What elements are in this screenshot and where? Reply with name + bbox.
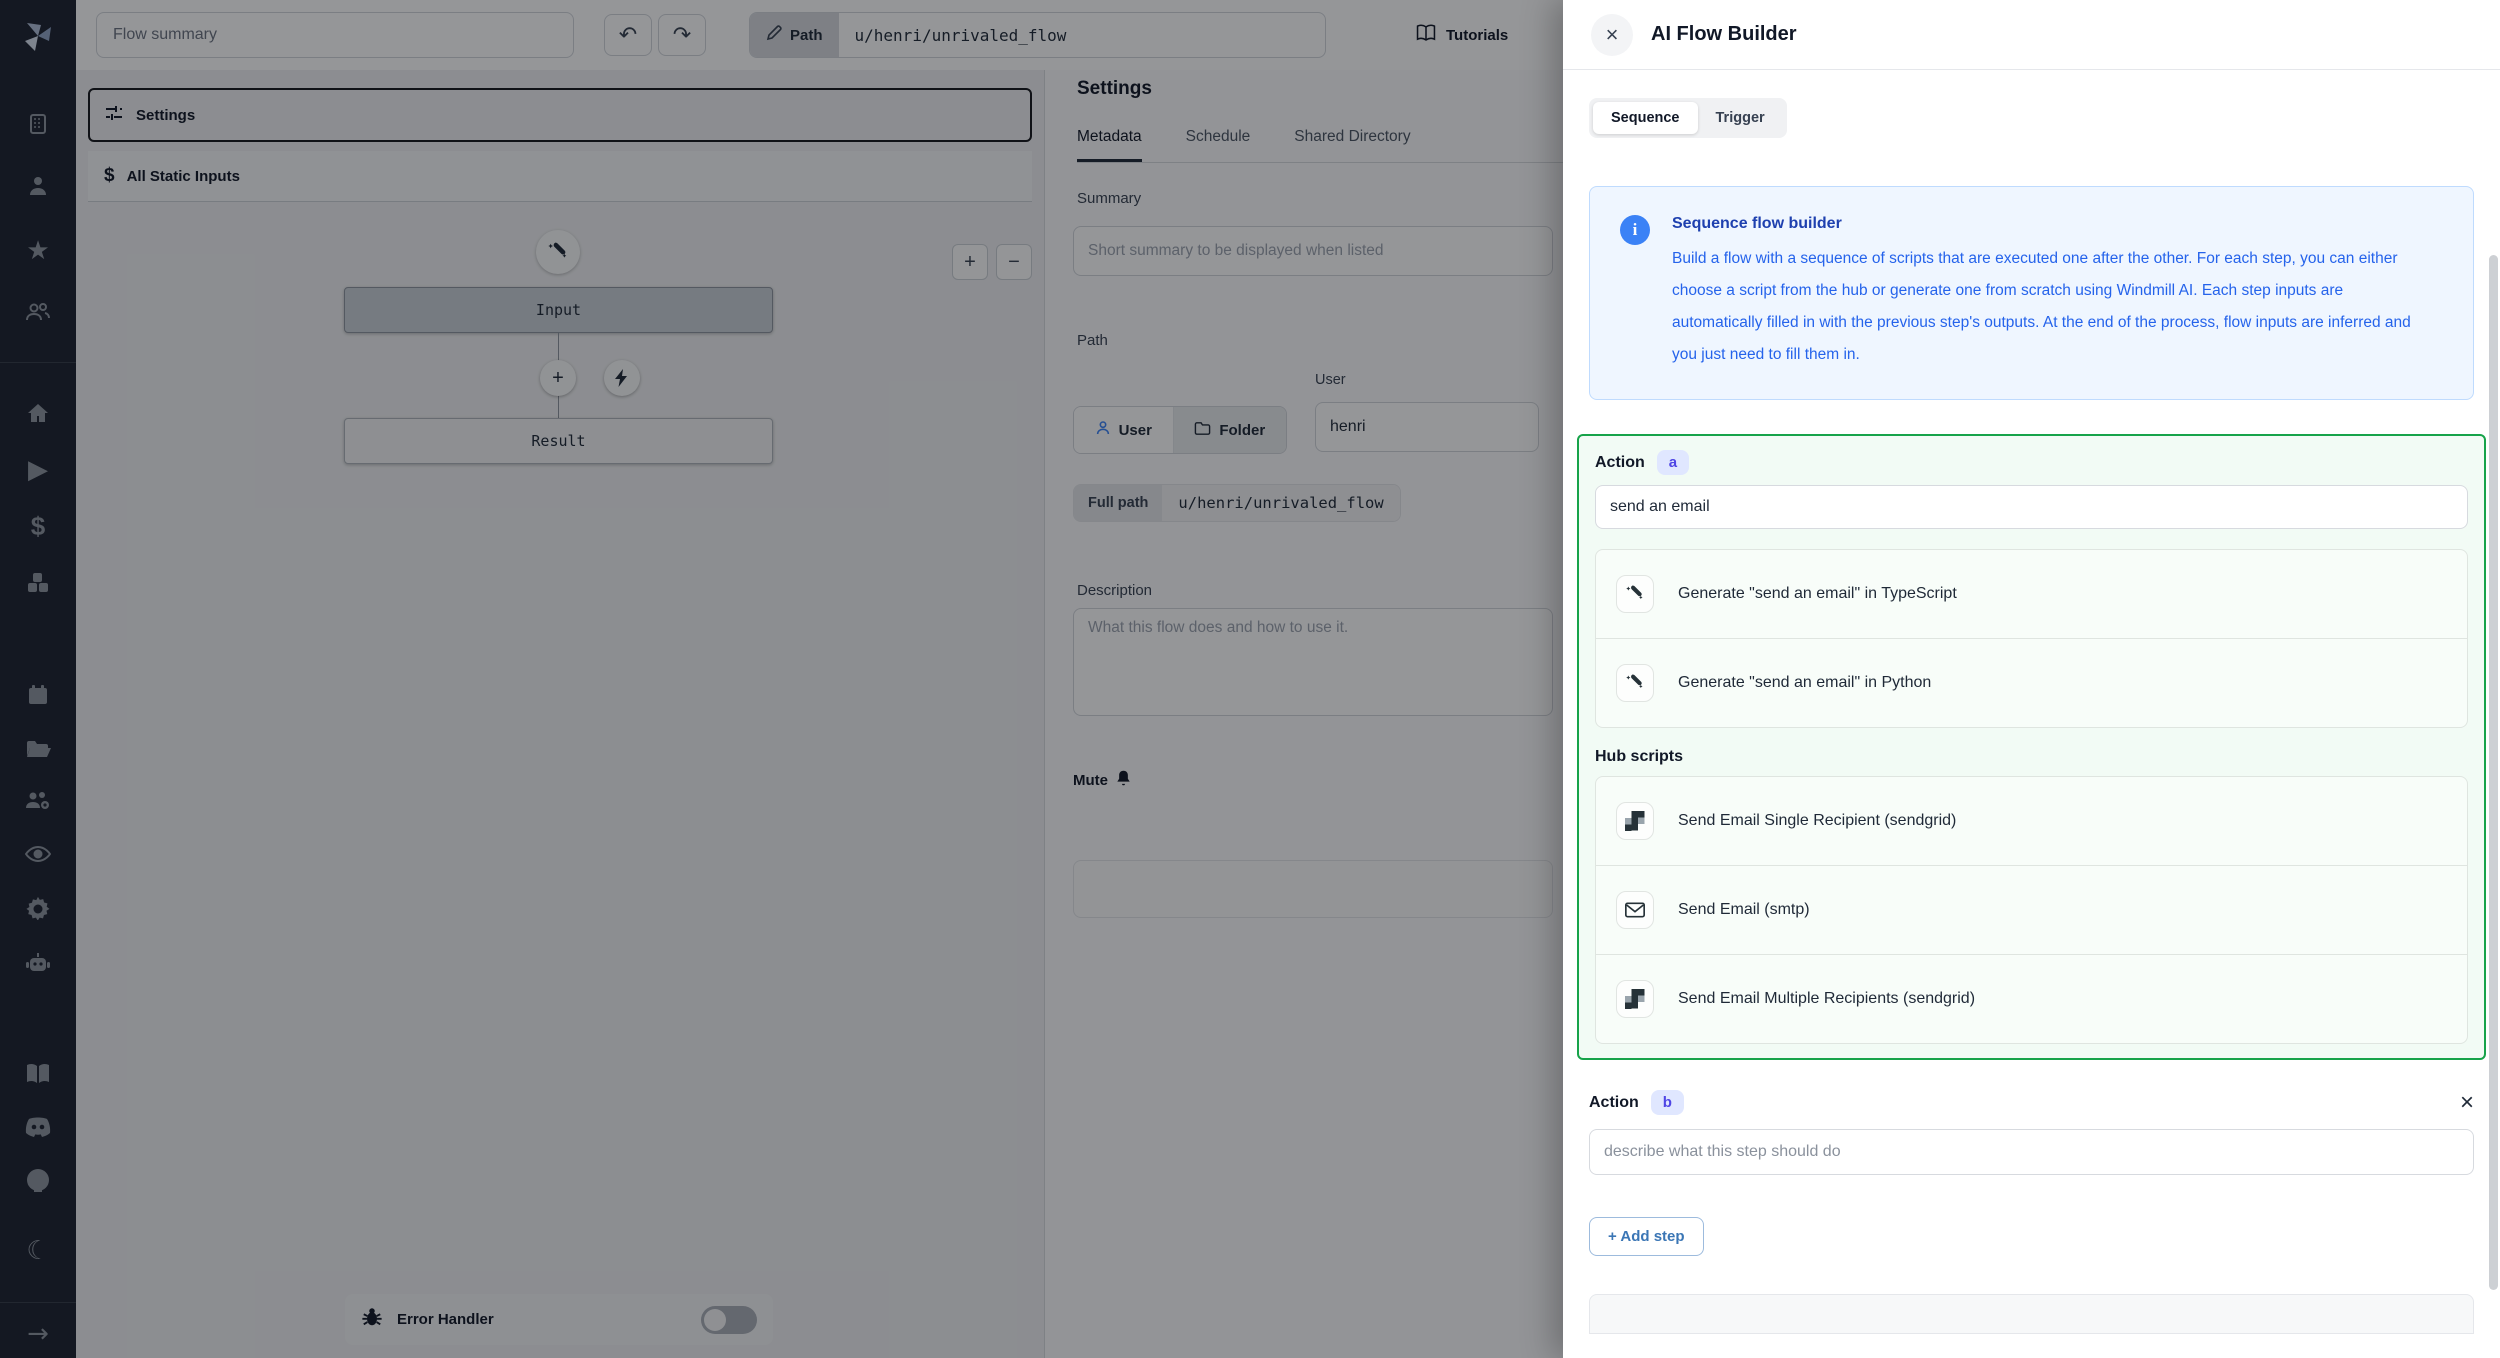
hub-script-sendgrid-single[interactable]: Send Email Single Recipient (sendgrid) xyxy=(1596,777,2467,865)
magic-wand-icon xyxy=(1616,664,1654,702)
hub-script-label: Send Email Single Recipient (sendgrid) xyxy=(1678,812,1956,830)
hub-script-label: Send Email Multiple Recipients (sendgrid… xyxy=(1678,990,1975,1008)
sendgrid-icon xyxy=(1616,802,1654,840)
info-body: Build a flow with a sequence of scripts … xyxy=(1672,243,2432,371)
hub-scripts-title: Hub scripts xyxy=(1595,748,2468,766)
hub-script-label: Send Email (smtp) xyxy=(1678,901,1810,919)
drawer-backdrop[interactable] xyxy=(0,0,1563,1358)
info-icon: i xyxy=(1620,215,1650,245)
hub-script-sendgrid-multiple[interactable]: Send Email Multiple Recipients (sendgrid… xyxy=(1596,954,2467,1043)
envelope-icon xyxy=(1616,891,1654,929)
suggestion-label: Generate "send an email" in Python xyxy=(1678,674,1931,692)
action-a-badge: a xyxy=(1657,450,1689,475)
action-a-section: Action a Generate "send an email" in Typ… xyxy=(1577,434,2486,1060)
magic-wand-icon xyxy=(1616,575,1654,613)
suggestion-generate-python[interactable]: Generate "send an email" in Python xyxy=(1596,638,2467,727)
suggestion-generate-typescript[interactable]: Generate "send an email" in TypeScript xyxy=(1596,550,2467,638)
add-step-button[interactable]: + Add step xyxy=(1589,1217,1704,1256)
action-b-header: Action b × xyxy=(1589,1090,2474,1115)
generate-suggestions-list: Generate "send an email" in TypeScript G… xyxy=(1595,549,2468,728)
ai-flow-builder-drawer: × AI Flow Builder Sequence Trigger i Seq… xyxy=(1563,0,2500,1358)
action-b-badge: b xyxy=(1651,1090,1684,1115)
sendgrid-icon xyxy=(1616,980,1654,1018)
builder-mode-tabs: Sequence Trigger xyxy=(1589,98,1787,138)
action-b-input[interactable] xyxy=(1589,1129,2474,1175)
drawer-header: × AI Flow Builder xyxy=(1563,0,2500,70)
hub-script-smtp[interactable]: Send Email (smtp) xyxy=(1596,865,2467,954)
suggestion-label: Generate "send an email" in TypeScript xyxy=(1678,585,1957,603)
sequence-info-box: i Sequence flow builder Build a flow wit… xyxy=(1589,186,2474,400)
remove-step-icon[interactable]: × xyxy=(2460,1091,2474,1115)
action-a-label: Action xyxy=(1595,454,1645,472)
drawer-scrollbar[interactable] xyxy=(2489,255,2498,1290)
drawer-body: Sequence Trigger i Sequence flow builder… xyxy=(1563,70,2500,1358)
action-a-input[interactable] xyxy=(1595,485,2468,529)
tab-trigger[interactable]: Trigger xyxy=(1698,102,1783,134)
drawer-title: AI Flow Builder xyxy=(1651,23,1797,46)
drawer-bottom-box xyxy=(1589,1294,2474,1334)
close-icon[interactable]: × xyxy=(1591,14,1633,56)
info-title: Sequence flow builder xyxy=(1672,215,2432,233)
action-b-label: Action xyxy=(1589,1094,1639,1112)
action-a-header: Action a xyxy=(1595,450,2468,475)
hub-scripts-list: Send Email Single Recipient (sendgrid) S… xyxy=(1595,776,2468,1044)
tab-sequence[interactable]: Sequence xyxy=(1593,102,1698,134)
windmill-flow-editor: ★ ▶ $ ☾ → ↶ ↷ Path u/henri xyxy=(0,0,2500,1358)
